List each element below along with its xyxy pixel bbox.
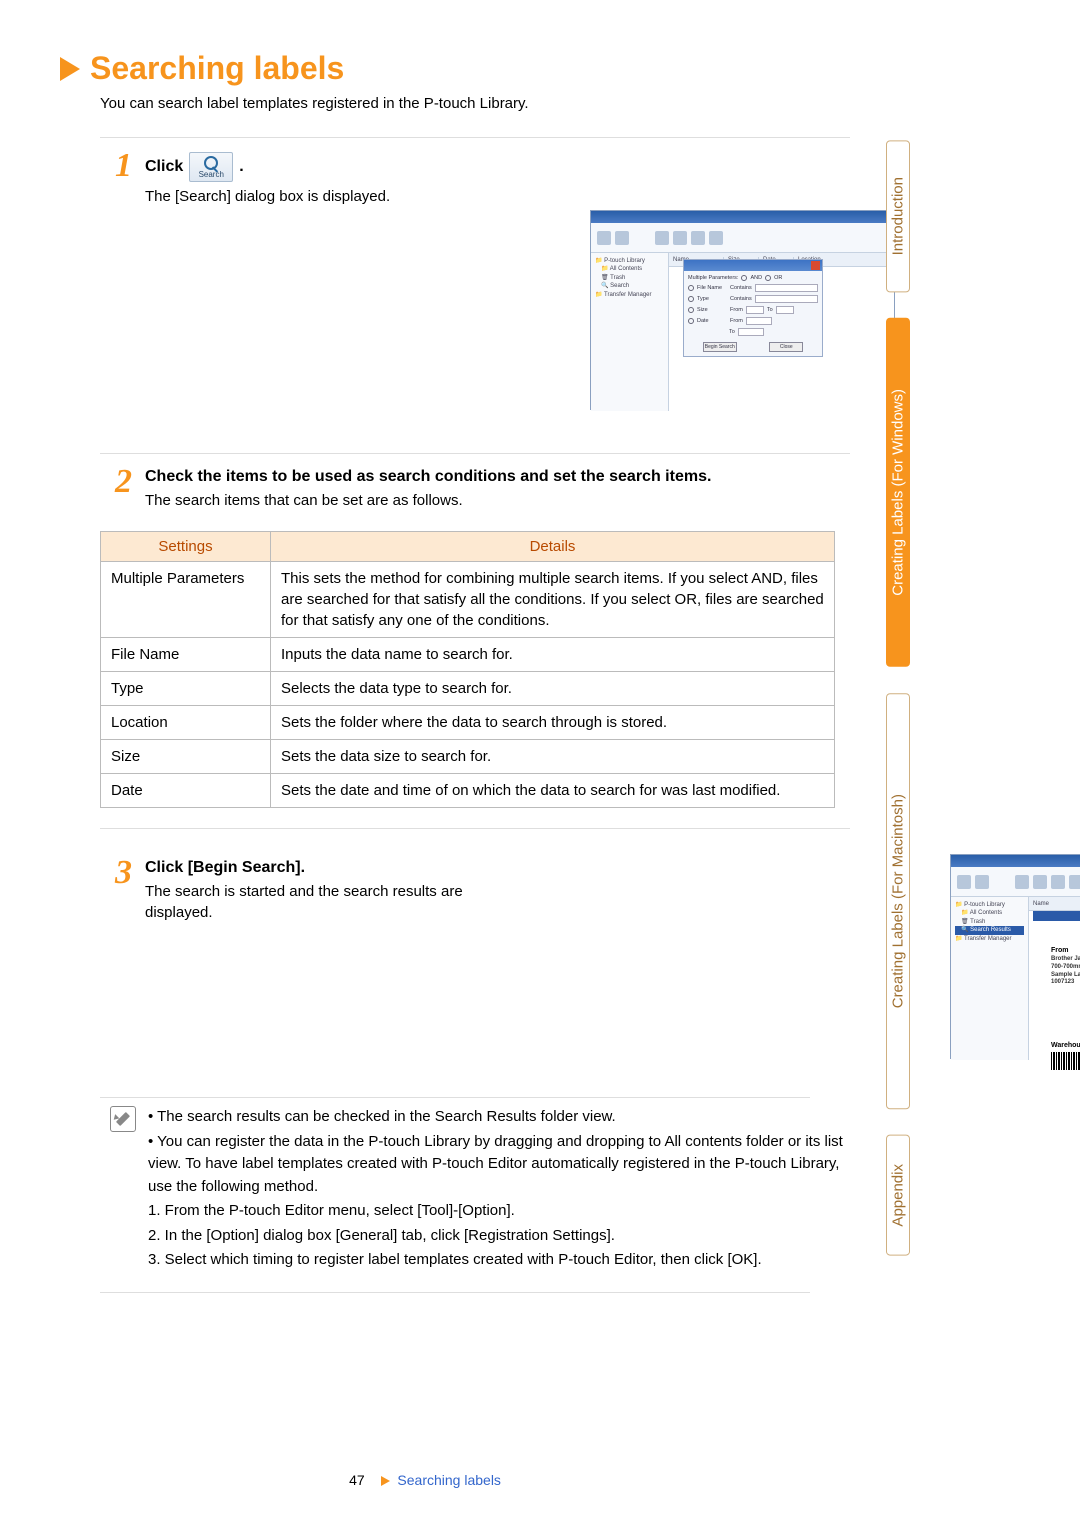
table-row: DateSets the date and time of on which t…	[101, 774, 835, 808]
settings-table: Settings Details Multiple ParametersThis…	[100, 531, 835, 808]
divider	[100, 828, 850, 829]
begin-search-button[interactable]: Begin Search	[703, 342, 737, 352]
folder-tree: 📁 P-touch Library 📁 All Contents 🗑 Trash…	[591, 253, 669, 411]
divider	[100, 1097, 810, 1098]
close-button[interactable]: Close	[769, 342, 803, 352]
table-row: LocationSets the folder where the data t…	[101, 706, 835, 740]
search-dialog: Multiple Parameters:ANDOR File NameConta…	[683, 259, 823, 357]
label-preview: From Brother Japan 700-700mm Sample Labe…	[1051, 947, 1080, 1070]
page-footer: 47 Searching labels	[0, 1472, 850, 1488]
heading-arrow-icon	[60, 57, 80, 81]
section-heading: Searching labels	[60, 50, 850, 87]
note-icon	[110, 1106, 136, 1132]
step3-desc: The search is started and the search res…	[145, 881, 495, 923]
tab-introduction[interactable]: Introduction	[886, 140, 910, 292]
table-row: File NameInputs the data name to search …	[101, 638, 835, 672]
close-icon[interactable]	[811, 261, 820, 270]
barcode-icon	[1051, 1052, 1080, 1070]
divider	[100, 1292, 810, 1293]
intro-paragraph: You can search label templates registere…	[100, 95, 850, 112]
step3-head: Click [Begin Search].	[145, 859, 305, 876]
search-icon	[204, 156, 218, 170]
note-step: 3. Select which timing to register label…	[148, 1249, 850, 1272]
step-1: 1 Click Search . The [Search] dialog box…	[115, 152, 850, 207]
footer-label: Searching labels	[397, 1472, 501, 1488]
th-details: Details	[271, 532, 835, 562]
table-row: Multiple ParametersThis sets the method …	[101, 562, 835, 638]
note-step: 2. In the [Option] dialog box [General] …	[148, 1225, 850, 1248]
search-button-label: Search	[199, 170, 224, 179]
tab-creating-labels-windows[interactable]: Creating Labels (For Windows)	[886, 318, 910, 667]
table-row: TypeSelects the data type to search for.	[101, 672, 835, 706]
footer-arrow-icon	[381, 1476, 390, 1486]
window-toolbar	[951, 867, 1080, 897]
step1-head-suffix: .	[239, 158, 243, 176]
table-row: SizeSets the data size to search for.	[101, 740, 835, 774]
note-step: 1. From the P-touch Editor menu, select …	[148, 1200, 850, 1223]
step2-head: Check the items to be used as search con…	[145, 468, 711, 485]
step-number: 3	[115, 859, 145, 923]
step-number: 1	[115, 152, 145, 207]
side-navigation-tabs: Introduction Creating Labels (For Window…	[886, 140, 910, 1256]
divider	[100, 137, 850, 138]
page-number: 47	[349, 1472, 365, 1488]
heading-text: Searching labels	[90, 50, 344, 87]
step-number: 2	[115, 468, 145, 511]
tab-creating-labels-macintosh[interactable]: Creating Labels (For Macintosh)	[886, 693, 910, 1109]
step2-desc: The search items that can be set are as …	[145, 490, 850, 511]
tab-appendix[interactable]: Appendix	[886, 1135, 910, 1256]
step1-desc: The [Search] dialog box is displayed.	[145, 186, 850, 207]
note-bullet: • The search results can be checked in t…	[148, 1106, 850, 1129]
divider	[100, 453, 850, 454]
window-titlebar	[951, 855, 1080, 867]
notes-block: • The search results can be checked in t…	[110, 1106, 850, 1274]
note-bullet: • You can register the data in the P-tou…	[148, 1131, 850, 1199]
th-settings: Settings	[101, 532, 271, 562]
screenshot-search-results: 📁 P-touch Library 📁 All Contents 🗑 Trash…	[950, 854, 1080, 1059]
window-toolbar	[591, 223, 894, 253]
step-2: 2 Check the items to be used as search c…	[115, 468, 850, 511]
step1-head-prefix: Click	[145, 158, 183, 176]
screenshot-search-dialog: 📁 P-touch Library 📁 All Contents 🗑 Trash…	[590, 210, 895, 410]
search-toolbar-button[interactable]: Search	[189, 152, 233, 182]
folder-tree: 📁 P-touch Library 📁 All Contents 🗑 Trash…	[951, 897, 1029, 1060]
window-titlebar	[591, 211, 894, 223]
